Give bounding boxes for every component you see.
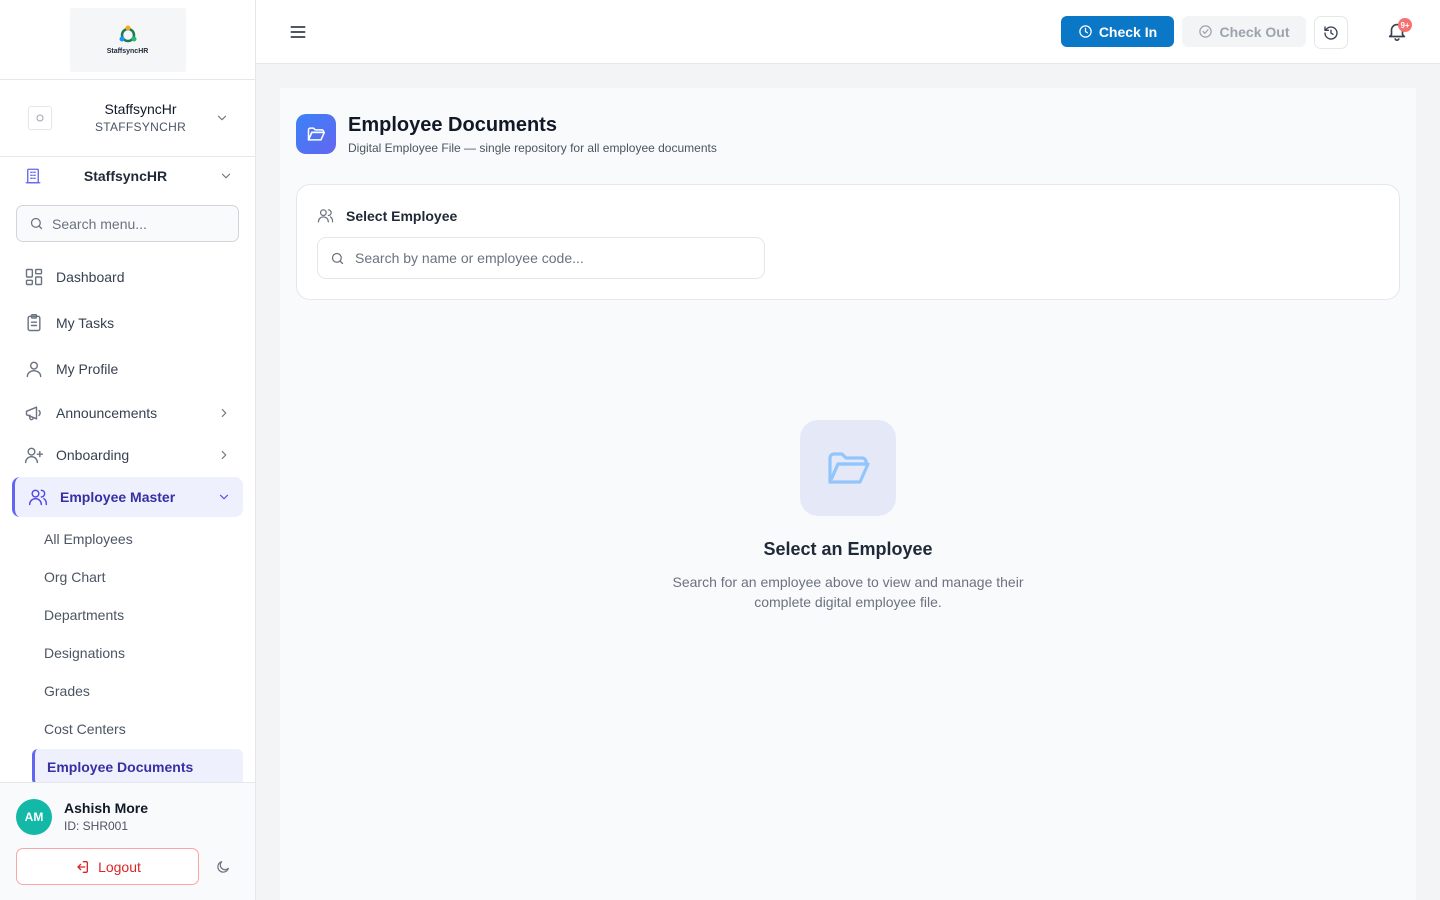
logout-icon [77, 860, 89, 873]
history-icon [1324, 25, 1338, 40]
menu-search [16, 205, 239, 242]
theme-toggle[interactable] [213, 857, 233, 877]
sidebar-item-label: Employee Master [60, 489, 176, 505]
sidebar-item-label: Announcements [56, 405, 158, 421]
users-icon [317, 209, 334, 223]
logo-mark-icon [119, 25, 136, 43]
sidebar-item-dashboard[interactable]: Dashboard [12, 257, 243, 297]
sidebar-item-tasks[interactable]: My Tasks [12, 303, 243, 343]
submenu-item-all-employees[interactable]: All Employees [32, 521, 243, 557]
user-id: ID: SHR001 [64, 819, 129, 833]
check-out-label: Check Out [1219, 23, 1290, 40]
chevron-down-icon [221, 173, 231, 179]
sidebar-item-announcements[interactable]: Announcements [12, 393, 243, 433]
folder-open-icon [828, 452, 870, 484]
empty-state-icon [800, 420, 896, 516]
submenu-item-employee-documents[interactable]: Employee Documents [32, 749, 243, 785]
sidebar-item-label: My Profile [56, 361, 119, 377]
sidebar-item-onboarding[interactable]: Onboarding [12, 435, 243, 475]
org-code: STAFFSYNCHR [94, 120, 187, 134]
chevron-down-icon [217, 115, 227, 121]
sidebar: StaffsyncHR StaffsyncHr STAFFSYNCHR Staf… [0, 0, 256, 900]
submenu-item-departments[interactable]: Departments [32, 597, 243, 633]
check-circle-icon [1199, 25, 1213, 38]
empty-state-description: Search for an employee above to view and… [672, 574, 1024, 610]
notification-badge: 9+ [1398, 18, 1412, 32]
logo-text: StaffsyncHR [106, 48, 149, 55]
sidebar-item-label: My Tasks [56, 315, 115, 331]
clipboard-icon [27, 313, 41, 332]
logout-label: Logout [98, 858, 141, 875]
employee-search-input[interactable] [355, 250, 755, 266]
sidebar-item-employee-master[interactable]: Employee Master [12, 477, 243, 517]
user-icon [26, 361, 42, 378]
submenu-item-org-chart[interactable]: Org Chart [32, 559, 243, 595]
logo-area: StaffsyncHR [0, 0, 255, 80]
company-selector[interactable]: StaffsyncHR [0, 157, 255, 195]
dashboard-icon [25, 268, 43, 286]
logout-button[interactable]: Logout [16, 848, 199, 885]
check-out-button[interactable]: Check Out [1182, 16, 1306, 47]
building-icon [25, 168, 41, 184]
folder-open-icon [307, 127, 326, 141]
check-in-button[interactable]: Check In [1061, 16, 1174, 47]
submenu-item-cost-centers[interactable]: Cost Centers [32, 711, 243, 747]
user-plus-icon [24, 447, 44, 464]
clock-icon [1079, 25, 1092, 38]
sidebar-item-profile[interactable]: My Profile [12, 349, 243, 389]
submenu-item-designations[interactable]: Designations [32, 635, 243, 671]
company-logo[interactable]: StaffsyncHR [69, 7, 186, 72]
employee-search [317, 237, 765, 279]
user-panel: AM Ashish More ID: SHR001 Logout [0, 782, 255, 900]
search-icon [331, 252, 344, 264]
menu-toggle-button[interactable] [288, 22, 308, 42]
hamburger-icon [290, 26, 306, 38]
select-employee-label: Select Employee [346, 207, 458, 224]
submenu-item-grades[interactable]: Grades [32, 673, 243, 709]
main-content: Employee Documents Digital Employee File… [280, 88, 1416, 900]
avatar[interactable]: AM [16, 799, 52, 835]
search-icon [30, 217, 43, 230]
select-employee-card: Select Employee [296, 184, 1400, 300]
topbar: Check In Check Out 9+ [256, 0, 1440, 64]
org-switcher[interactable]: StaffsyncHr STAFFSYNCHR [0, 80, 255, 157]
page-icon [296, 114, 336, 154]
company-name: StaffsyncHR [83, 168, 168, 184]
empty-state-title: Select an Employee [763, 539, 933, 559]
users-icon [28, 489, 48, 506]
menu-search-input[interactable] [52, 215, 232, 232]
select-employee-heading: Select Employee [317, 207, 457, 224]
org-info: StaffsyncHr STAFFSYNCHR [66, 100, 215, 136]
chevron-right-icon [217, 406, 231, 420]
chevron-right-icon [217, 448, 231, 462]
check-in-label: Check In [1098, 23, 1158, 40]
chevron-down-icon [217, 490, 231, 504]
megaphone-icon [25, 406, 41, 421]
attendance-history-button[interactable] [1314, 16, 1348, 49]
moon-icon [217, 861, 229, 873]
page-title: Employee Documents [348, 114, 557, 136]
sidebar-item-label: Dashboard [56, 269, 125, 285]
org-name: StaffsyncHr [104, 101, 177, 117]
org-logo-icon [36, 114, 44, 122]
user-name: Ashish More [64, 800, 149, 816]
sidebar-item-label: Onboarding [56, 447, 130, 463]
org-thumbnail [28, 106, 52, 130]
page-subtitle: Digital Employee File — single repositor… [348, 141, 717, 155]
